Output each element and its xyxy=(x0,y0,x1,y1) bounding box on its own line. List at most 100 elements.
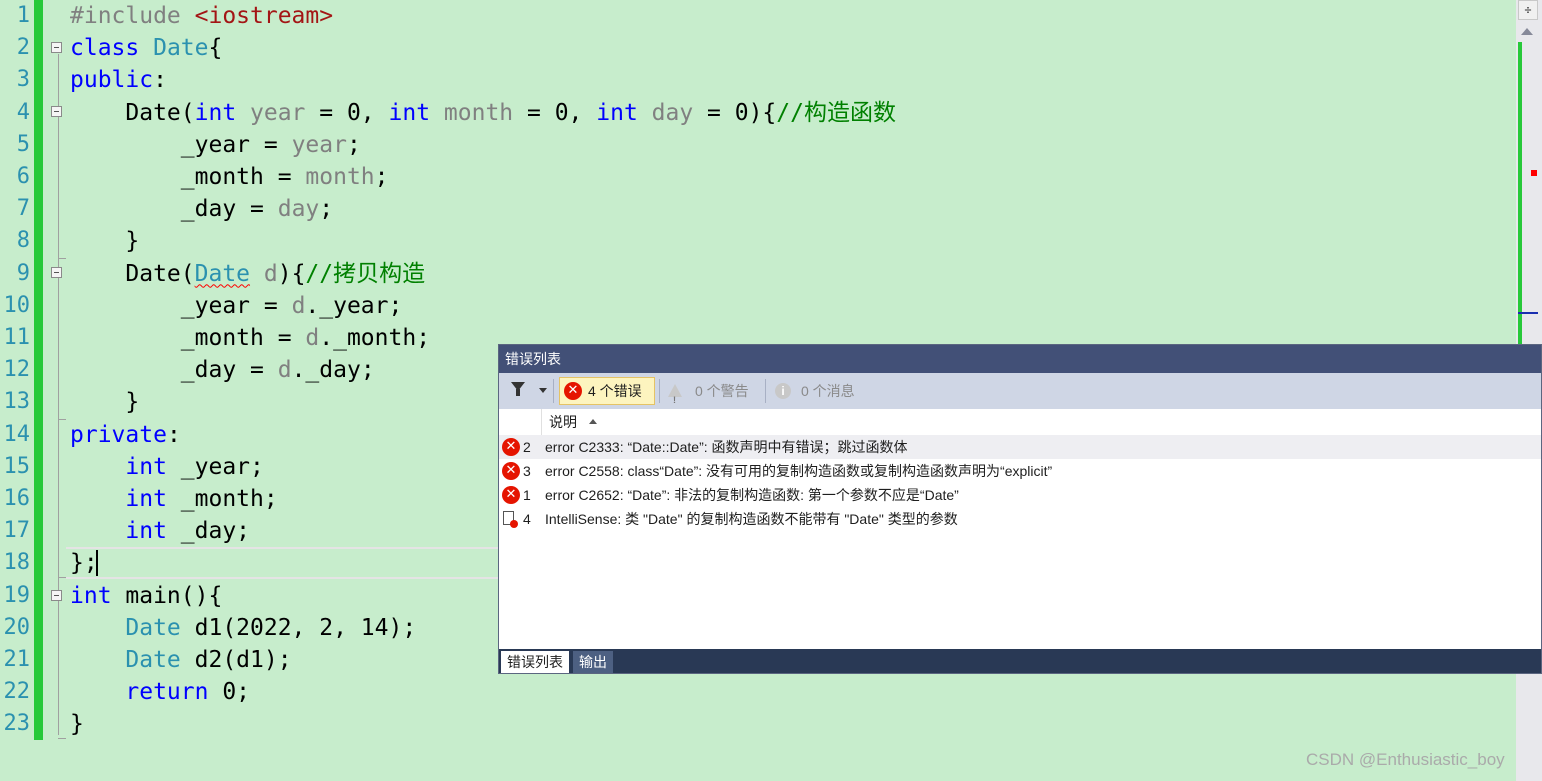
code-token: Date xyxy=(125,647,181,673)
tab-output[interactable]: 输出 xyxy=(573,651,613,673)
code-line[interactable]: #include <iostream> xyxy=(70,0,333,32)
line-number: 4 xyxy=(16,99,30,125)
error-code-number: 1 xyxy=(523,487,531,503)
code-token: _year; xyxy=(166,453,264,480)
code-token: = 0, xyxy=(305,99,389,126)
line-number: 18 xyxy=(3,550,31,576)
line-number: 13 xyxy=(3,389,31,415)
code-line[interactable]: _month = month; xyxy=(70,161,389,193)
code-line[interactable]: _day = day; xyxy=(70,193,333,225)
code-line[interactable]: return 0; xyxy=(70,676,250,708)
code-token: d xyxy=(250,260,278,287)
code-token: d xyxy=(305,325,320,351)
error-icon: ✕ xyxy=(502,462,520,480)
code-token: private xyxy=(70,421,167,448)
code-line[interactable]: } xyxy=(70,386,139,418)
code-line[interactable]: } xyxy=(70,708,84,740)
fold-guide-constructor xyxy=(58,118,59,258)
code-line[interactable]: int _month; xyxy=(70,483,278,515)
column-header-description[interactable]: 说明 xyxy=(549,409,577,435)
code-token: ._year; xyxy=(305,292,403,319)
code-line[interactable]: public: xyxy=(70,64,167,96)
code-token: = 0){ xyxy=(693,99,777,126)
code-token: month xyxy=(305,164,375,190)
fold-toggle-constructor[interactable] xyxy=(51,106,62,117)
change-tracking-bar xyxy=(34,0,43,740)
code-token: //拷贝构造 xyxy=(305,260,426,287)
error-row[interactable]: ✕ 2 error C2333: “Date::Date”: 函数声明中有错误；跳过… xyxy=(499,435,1541,459)
error-row[interactable]: ✕ 3 error C2558: class“Date”: 没有可用的复制构造函数或… xyxy=(499,459,1541,483)
tab-error-list[interactable]: 错误列表 xyxy=(501,651,569,673)
code-token: public xyxy=(70,67,154,94)
line-number: 21 xyxy=(3,647,31,672)
line-number: 14 xyxy=(3,421,31,447)
code-line[interactable]: _year = d._year; xyxy=(70,290,403,322)
error-squiggle-token: Date xyxy=(194,260,251,287)
intellisense-error-icon xyxy=(503,511,518,528)
error-description: IntelliSense: 类 "Date" 的复制构造函数不能带有 "Date… xyxy=(545,511,958,527)
code-line[interactable]: _month = d._month; xyxy=(70,322,430,354)
error-code-number: 2 xyxy=(523,439,531,455)
split-window-icon[interactable]: ÷ xyxy=(1518,0,1538,20)
sort-ascending-icon xyxy=(589,419,597,424)
error-list-header: 说明 xyxy=(499,409,1541,436)
errors-filter-button[interactable]: ✕ 4 个错误 xyxy=(559,377,655,405)
fold-toggle-class[interactable] xyxy=(51,42,62,53)
code-token: : xyxy=(166,421,181,448)
code-line[interactable]: int _day; xyxy=(70,515,250,547)
code-token: } xyxy=(70,711,84,738)
filter-dropdown-chevron-icon[interactable] xyxy=(539,388,547,393)
code-line[interactable]: private: xyxy=(70,419,181,451)
toolbar-separator xyxy=(553,379,554,403)
filter-icon[interactable] xyxy=(511,382,525,396)
fold-end-main xyxy=(58,738,66,739)
code-token: _day = xyxy=(70,196,278,223)
column-header-icon[interactable] xyxy=(499,409,542,435)
line-number: 8 xyxy=(16,228,30,254)
code-token: d xyxy=(291,292,306,319)
code-line[interactable]: _day = d._day; xyxy=(70,354,375,386)
code-token: Date xyxy=(125,614,181,641)
fold-toggle-main[interactable] xyxy=(51,590,62,601)
code-token: int xyxy=(70,582,112,609)
code-token: class xyxy=(70,35,154,62)
code-line[interactable]: Date d1(2022, 2, 14); xyxy=(70,612,416,644)
error-list-panel: 错误列表 ✕ 4 个错误 0 个警告 i 0 个消息 说明 ✕2error C2… xyxy=(498,344,1542,674)
error-list-title[interactable]: 错误列表 xyxy=(499,345,1541,373)
scroll-up-arrow-icon[interactable] xyxy=(1521,28,1533,35)
code-line[interactable]: } xyxy=(70,225,139,257)
line-number: 15 xyxy=(3,453,31,479)
line-number: 10 xyxy=(3,292,31,318)
line-number: 3 xyxy=(16,67,30,93)
code-line[interactable]: Date d2(d1); xyxy=(70,644,291,676)
code-line[interactable]: int main(){ xyxy=(70,580,222,612)
code-line[interactable]: }; xyxy=(70,547,98,579)
code-token: int xyxy=(596,99,638,126)
code-token: _month = xyxy=(70,325,306,351)
code-token: int xyxy=(125,453,167,480)
fold-toggle-copy-constructor[interactable] xyxy=(51,267,62,278)
code-token: ; xyxy=(319,196,334,223)
code-token: ._day; xyxy=(291,357,375,384)
code-line[interactable]: Date(Date d){//拷贝构造 xyxy=(70,258,425,290)
code-token: _month; xyxy=(166,486,278,512)
code-token: 0; xyxy=(208,679,251,706)
code-token: d xyxy=(277,357,292,384)
toolbar-separator xyxy=(659,379,660,403)
code-line[interactable]: _year = year; xyxy=(70,129,361,161)
line-number: 11 xyxy=(3,325,31,350)
code-token: ){ xyxy=(277,260,306,287)
scrollbar-error-marker[interactable] xyxy=(1531,170,1537,176)
error-row[interactable]: ✕ 1 error C2652: “Date”: 非法的复制构造函数: 第一个参数不… xyxy=(499,483,1541,507)
code-token: _year = xyxy=(70,292,292,319)
current-line-highlight xyxy=(66,547,506,579)
code-line[interactable]: Date(int year = 0, int month = 0, int da… xyxy=(70,97,896,129)
error-code-number: 3 xyxy=(523,463,531,479)
error-row[interactable]: 4 IntelliSense: 类 "Date" 的复制构造函数不能带有 "Dat… xyxy=(499,507,1541,531)
error-description: error C2333: “Date::Date”: 函数声明中有错误；跳过函数… xyxy=(545,439,908,455)
code-token: } xyxy=(70,228,140,255)
code-line[interactable]: int _year; xyxy=(70,451,264,483)
code-line[interactable]: class Date{ xyxy=(70,32,222,64)
